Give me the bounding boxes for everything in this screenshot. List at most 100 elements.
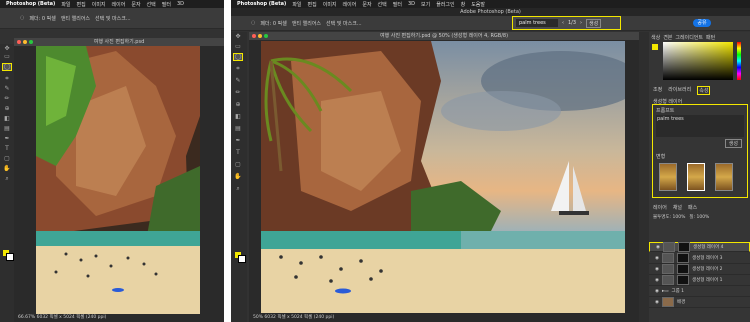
maximize-icon[interactable] <box>264 34 268 38</box>
brush-tool-icon[interactable]: ✏ <box>234 90 242 96</box>
hand-tool-icon[interactable]: ✋ <box>234 174 242 180</box>
pen-tool-icon[interactable]: ✒ <box>3 136 11 142</box>
opacity-field[interactable]: 불투명도: 100% <box>653 214 685 220</box>
menu-window[interactable]: 창 <box>461 1 466 8</box>
gradient-tool-icon[interactable]: ▤ <box>3 126 11 132</box>
right-document-title[interactable]: 여행 사진 편집하기.psd @ 50% (생성형 레이어 4, RGB/8) <box>249 32 639 40</box>
select-mask-button[interactable]: 선택 및 마스크... <box>326 20 362 27</box>
menu-plugins[interactable]: 플러그인 <box>436 1 454 8</box>
marquee-tool-icon[interactable]: ▭ <box>3 54 11 60</box>
close-icon[interactable] <box>17 40 21 44</box>
move-tool-icon[interactable]: ✥ <box>234 34 242 40</box>
eyedropper-tool-icon[interactable]: ✎ <box>3 86 11 92</box>
share-button[interactable]: 공유 <box>693 19 711 27</box>
tab-layers[interactable]: 레이어 <box>653 204 667 211</box>
type-tool-icon[interactable]: T <box>3 146 11 152</box>
eye-icon[interactable]: ◉ <box>655 289 659 294</box>
menu-3d[interactable]: 3D <box>177 1 184 7</box>
lasso-icon[interactable]: ◌ <box>251 20 255 26</box>
menu-view[interactable]: 보기 <box>421 1 430 8</box>
eye-icon[interactable]: ◉ <box>655 256 659 261</box>
app-title-right[interactable]: Photoshop (Beta) <box>237 1 286 7</box>
lasso-icon[interactable]: ◌ <box>20 15 24 21</box>
left-canvas-image[interactable] <box>36 46 200 314</box>
menu-file[interactable]: 파일 <box>61 1 70 8</box>
gradient-tool-icon[interactable]: ▤ <box>234 126 242 132</box>
menu-file[interactable]: 파일 <box>292 1 301 8</box>
feather-field[interactable]: 페더: 0 픽셀 <box>260 20 286 27</box>
minimize-icon[interactable] <box>258 34 262 38</box>
layer-row[interactable]: ◉ 배경 <box>649 297 750 308</box>
eraser-tool-icon[interactable]: ◧ <box>234 114 242 120</box>
layer-row[interactable]: ◉ 생성형 레이어 2 <box>649 264 750 275</box>
generate-bar-button[interactable]: 생성 <box>586 18 602 28</box>
properties-prompt-textarea[interactable]: palm trees <box>656 115 744 137</box>
tab-channels[interactable]: 채널 <box>673 204 682 211</box>
eye-icon[interactable]: ◉ <box>655 278 659 283</box>
menu-type[interactable]: 문자 <box>362 1 371 8</box>
lasso-tool-icon[interactable]: ◯ <box>2 63 12 71</box>
hue-slider[interactable] <box>737 42 741 80</box>
zoom-tool-icon[interactable]: ⌕ <box>3 176 11 182</box>
stamp-tool-icon[interactable]: ⊕ <box>3 106 11 112</box>
stamp-tool-icon[interactable]: ⊕ <box>234 102 242 108</box>
eye-icon[interactable]: ◉ <box>655 300 659 305</box>
next-variation-icon[interactable]: › <box>580 20 582 26</box>
app-title[interactable]: Photoshop (Beta) <box>6 1 55 7</box>
menu-select[interactable]: 선택 <box>147 1 156 8</box>
layer-row[interactable]: ◉ ▸▭ 그룹 1 <box>649 286 750 297</box>
tab-patterns[interactable]: 패턴 <box>706 34 715 41</box>
minimize-icon[interactable] <box>23 40 27 44</box>
tab-swatches[interactable]: 견본 <box>663 34 672 41</box>
select-mask-button[interactable]: 선택 및 마스크... <box>95 15 131 22</box>
menu-edit[interactable]: 편집 <box>77 1 86 8</box>
antialias-checkbox[interactable]: 앤티 앨리어스 <box>292 20 321 27</box>
variation-thumbnail-2[interactable] <box>687 163 705 191</box>
eraser-tool-icon[interactable]: ◧ <box>3 116 11 122</box>
menu-layer[interactable]: 레이어 <box>112 1 126 8</box>
variation-thumbnail-3[interactable] <box>715 163 733 191</box>
variation-thumbnail-1[interactable] <box>659 163 677 191</box>
brush-tool-icon[interactable]: ✏ <box>3 96 11 102</box>
tab-paths[interactable]: 패스 <box>688 204 697 211</box>
current-color-swatch[interactable] <box>652 44 658 50</box>
previous-variation-icon[interactable]: ‹ <box>562 20 564 26</box>
shape-tool-icon[interactable]: ▢ <box>3 156 11 162</box>
background-color-swatch[interactable] <box>6 253 14 261</box>
lasso-tool-icon[interactable]: ◯ <box>233 53 243 61</box>
feather-field[interactable]: 페더: 0 픽셀 <box>29 15 55 22</box>
close-icon[interactable] <box>252 34 256 38</box>
tab-color[interactable]: 색상 <box>651 34 660 41</box>
menu-layer[interactable]: 레이어 <box>343 1 357 8</box>
fill-field[interactable]: 칠: 100% <box>689 214 709 220</box>
layer-row[interactable]: ◉ 생성형 레이어 1 <box>649 275 750 286</box>
menu-select[interactable]: 선택 <box>378 1 387 8</box>
prompt-input[interactable]: palm trees <box>516 19 558 27</box>
crop-tool-icon[interactable]: ⌗ <box>3 76 11 82</box>
menu-image[interactable]: 이미지 <box>323 1 337 8</box>
type-tool-icon[interactable]: T <box>234 150 242 156</box>
right-canvas-image[interactable] <box>261 41 625 313</box>
menu-3d[interactable]: 3D <box>408 1 415 7</box>
pen-tool-icon[interactable]: ✒ <box>234 138 242 144</box>
left-document-title[interactable]: 여행 사진 편집하기.psd <box>14 38 224 46</box>
eyedropper-tool-icon[interactable]: ✎ <box>234 78 242 84</box>
menu-edit[interactable]: 편집 <box>308 1 317 8</box>
hand-tool-icon[interactable]: ✋ <box>3 166 11 172</box>
tab-libraries[interactable]: 라이브러리 <box>668 86 691 95</box>
tab-properties[interactable]: 속성 <box>697 86 711 95</box>
layer-row[interactable]: ◉ 생성형 레이어 3 <box>649 253 750 264</box>
eye-icon[interactable]: ◉ <box>655 267 659 272</box>
menu-filter[interactable]: 필터 <box>393 1 402 8</box>
eye-icon[interactable]: ◉ <box>656 245 660 250</box>
antialias-checkbox[interactable]: 앤티 앨리어스 <box>61 15 90 22</box>
menu-help[interactable]: 도움말 <box>471 1 485 8</box>
menu-image[interactable]: 이미지 <box>92 1 106 8</box>
marquee-tool-icon[interactable]: ▭ <box>234 44 242 50</box>
properties-generate-button[interactable]: 생성 <box>724 139 742 148</box>
move-tool-icon[interactable]: ✥ <box>3 46 11 52</box>
color-picker-field[interactable] <box>663 42 733 80</box>
maximize-icon[interactable] <box>29 40 33 44</box>
tab-adjustments[interactable]: 조정 <box>653 86 662 95</box>
menu-filter[interactable]: 필터 <box>162 1 171 8</box>
